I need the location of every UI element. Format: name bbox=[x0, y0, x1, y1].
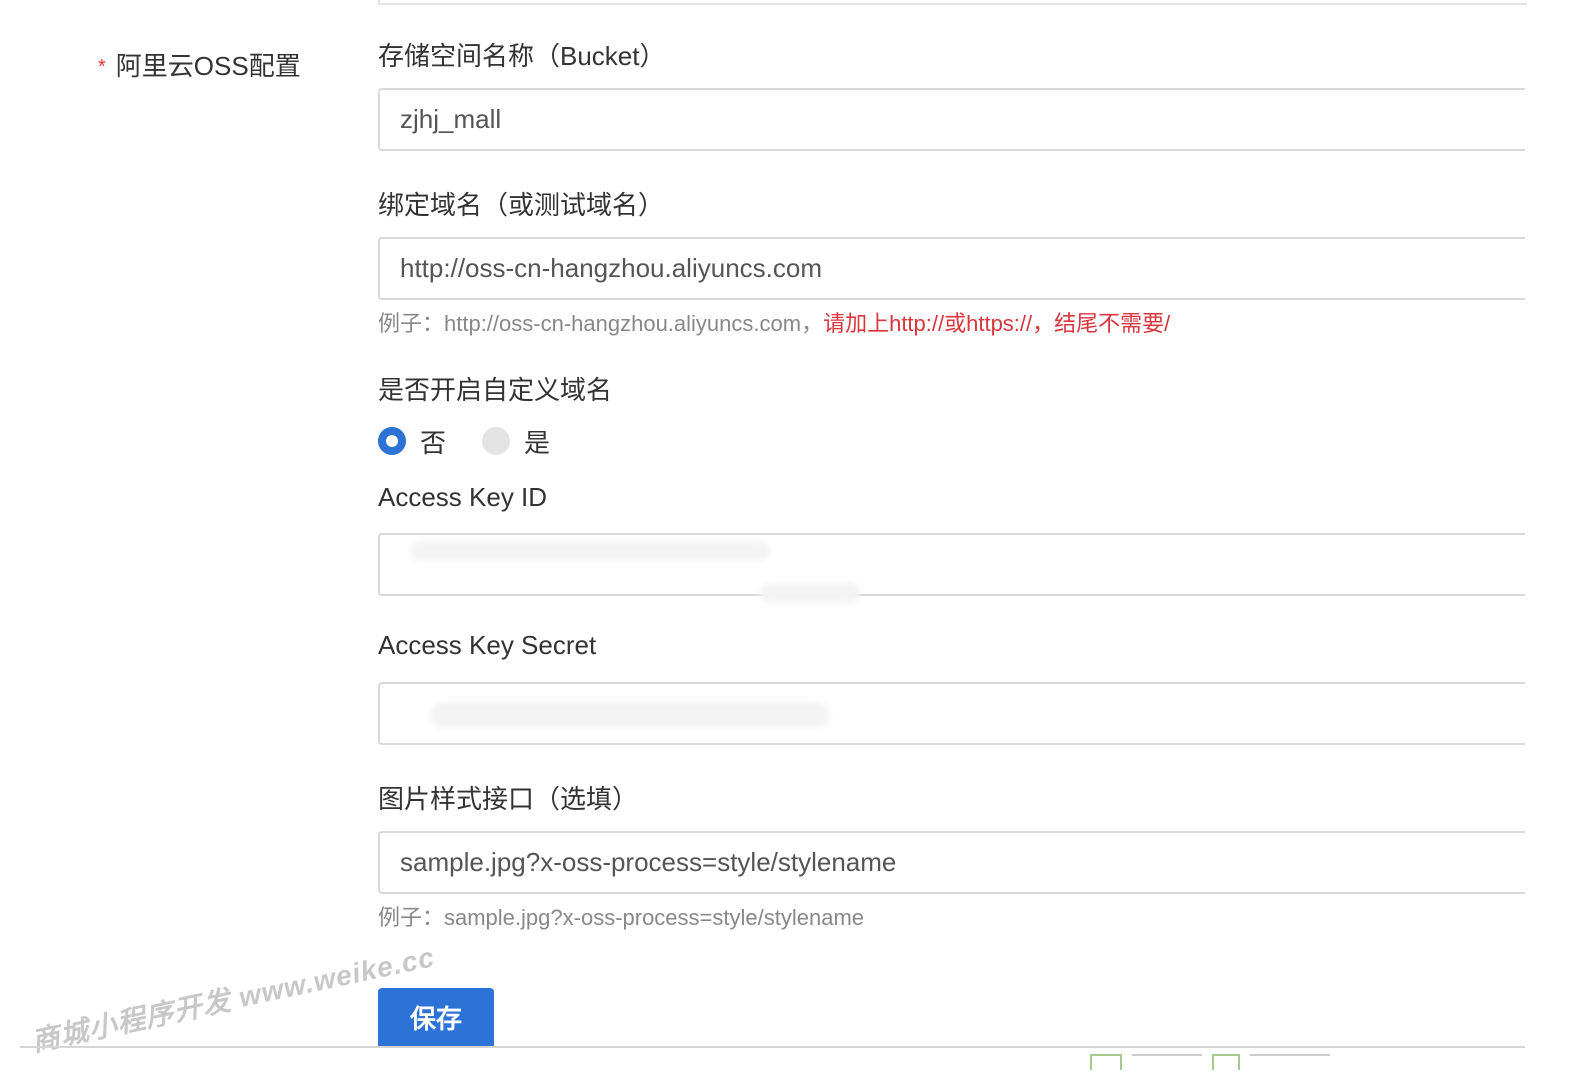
access-key-id-label: Access Key ID bbox=[378, 482, 548, 512]
footer-icon bbox=[1090, 1054, 1122, 1070]
domain-input[interactable]: http://oss-cn-hangzhou.aliyuncs.com bbox=[378, 237, 1525, 300]
footer-icon bbox=[1132, 1054, 1202, 1070]
domain-help-warning: 请加上http://或https://，结尾不需要/ bbox=[823, 311, 1171, 336]
redaction-blur bbox=[760, 583, 860, 603]
radio-yes[interactable] bbox=[482, 427, 511, 455]
domain-label: 绑定域名（或测试域名） bbox=[378, 190, 665, 220]
access-key-secret-label: Access Key Secret bbox=[378, 630, 597, 660]
radio-no-label[interactable]: 否 bbox=[420, 423, 446, 460]
image-style-help: 例子：sample.jpg?x-oss-process=style/stylen… bbox=[378, 905, 865, 930]
domain-help-example: 例子：http://oss-cn-hangzhou.aliyuncs.com， bbox=[378, 311, 824, 336]
footer-icons bbox=[1090, 1054, 1330, 1070]
section-title: 阿里云OSS配置 bbox=[115, 51, 301, 81]
image-style-label: 图片样式接口（选填） bbox=[378, 784, 639, 814]
radio-yes-label[interactable]: 是 bbox=[524, 423, 550, 460]
save-button[interactable]: 保存 bbox=[378, 988, 494, 1048]
redaction-blur bbox=[430, 702, 830, 728]
watermark: 商城小程序开发 www.weike.cc bbox=[28, 941, 438, 1058]
section-label: * 阿里云OSS配置 bbox=[98, 46, 301, 83]
previous-input-border bbox=[378, 0, 1527, 5]
bucket-input-value: zjhj_mall bbox=[400, 104, 502, 134]
footer-icon bbox=[1212, 1054, 1240, 1070]
radio-no[interactable] bbox=[378, 427, 406, 455]
domain-input-value: http://oss-cn-hangzhou.aliyuncs.com bbox=[400, 253, 822, 283]
bucket-label: 存储空间名称（Bucket） bbox=[378, 41, 666, 71]
footer-divider bbox=[20, 1046, 1525, 1048]
domain-help: 例子：http://oss-cn-hangzhou.aliyuncs.com，请… bbox=[378, 306, 1170, 338]
image-style-input[interactable]: sample.jpg?x-oss-process=style/stylename bbox=[378, 831, 1525, 894]
access-key-secret-input[interactable] bbox=[378, 682, 1525, 745]
custom-domain-label: 是否开启自定义域名 bbox=[378, 375, 613, 405]
image-style-input-value: sample.jpg?x-oss-process=style/stylename bbox=[400, 847, 897, 877]
access-key-id-input[interactable] bbox=[378, 533, 1525, 603]
required-mark: * bbox=[98, 56, 106, 78]
footer-icon bbox=[1250, 1054, 1330, 1070]
redaction-blur bbox=[410, 541, 770, 561]
bucket-input[interactable]: zjhj_mall bbox=[378, 88, 1525, 151]
custom-domain-radio-group: 否 是 bbox=[378, 424, 586, 458]
